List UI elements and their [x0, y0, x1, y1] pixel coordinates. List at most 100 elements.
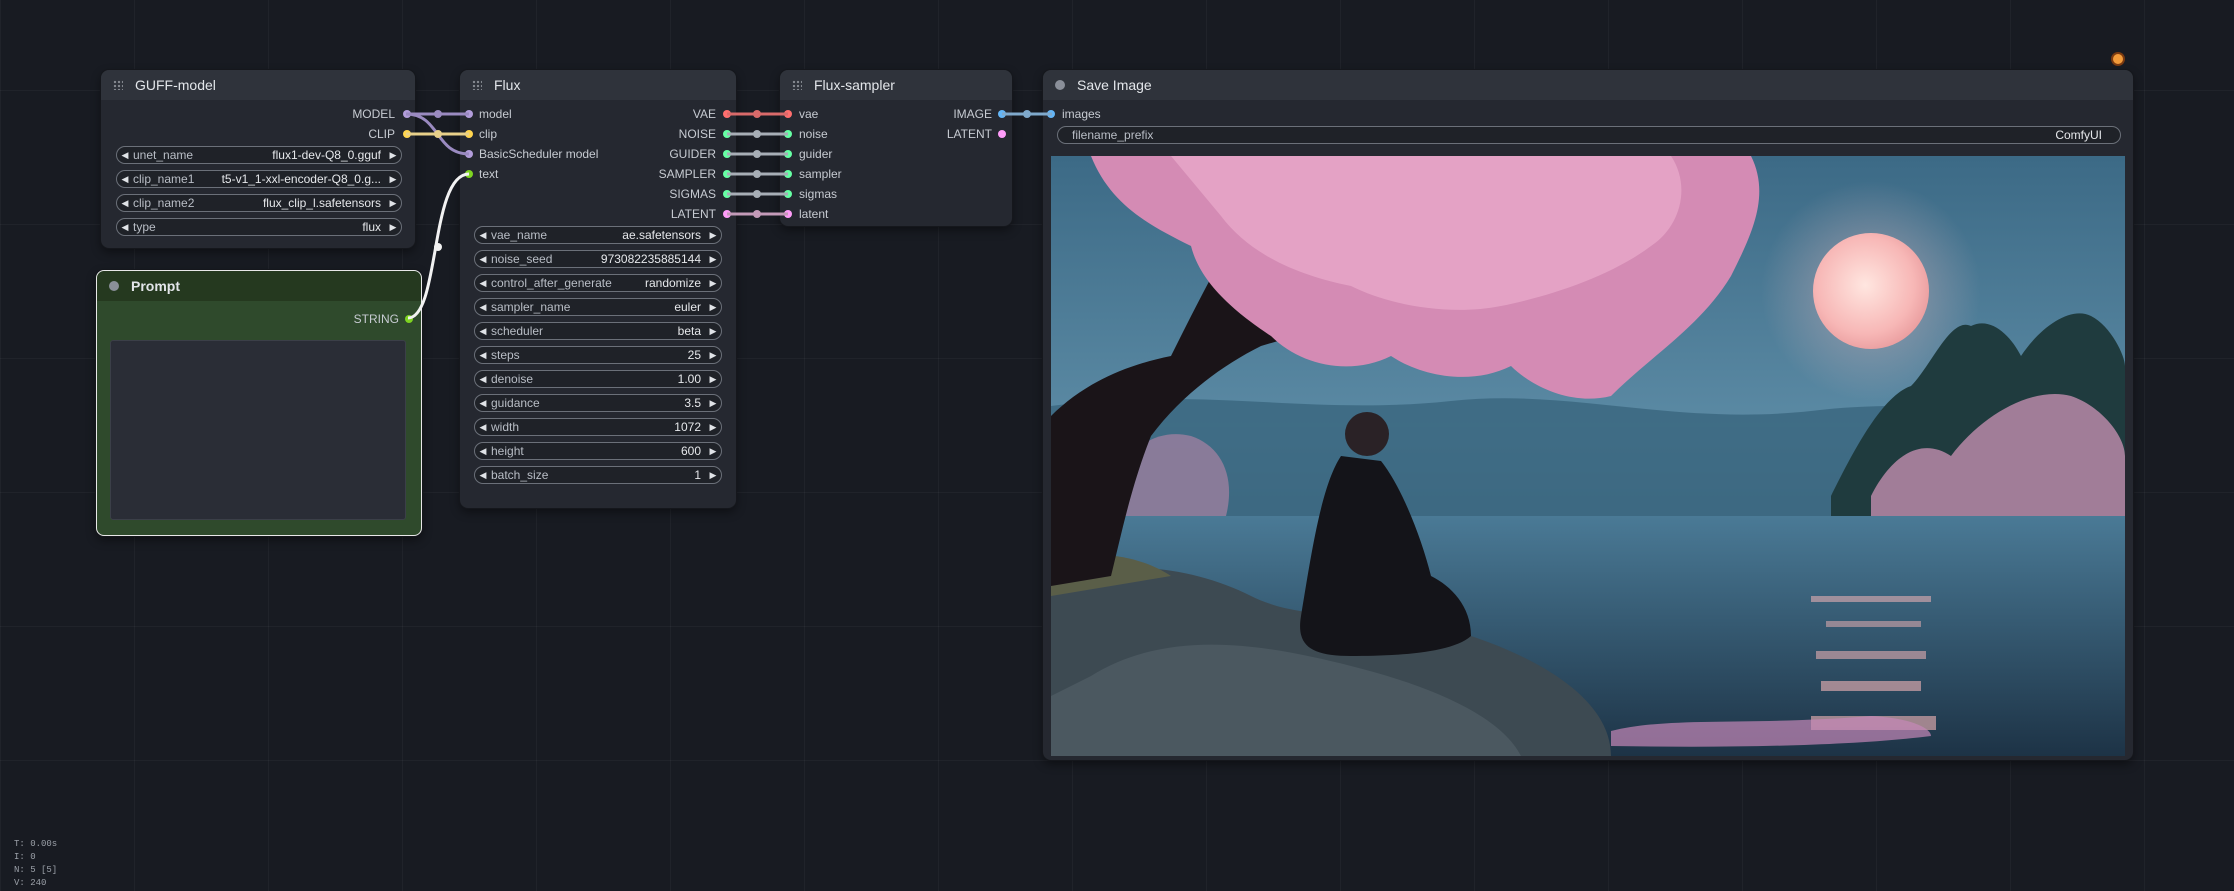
- increment-arrow-icon[interactable]: ▶: [705, 398, 721, 409]
- output-clip-pin[interactable]: [403, 130, 411, 138]
- collapse-dot-icon[interactable]: [1055, 80, 1065, 90]
- input-latent-label: latent: [799, 207, 829, 221]
- widget-unet-name[interactable]: ◀ unet_name flux1-dev-Q8_0.gguf ▶: [116, 146, 402, 164]
- input-scheduler-model-pin[interactable]: [465, 150, 473, 158]
- output-image-pin[interactable]: [998, 110, 1006, 118]
- increment-arrow-icon[interactable]: ▶: [385, 198, 401, 209]
- collapse-dot-icon[interactable]: [109, 281, 119, 291]
- widget-steps[interactable]: ◀ steps 25 ▶: [474, 346, 722, 364]
- node-flux-sampler[interactable]: Flux-sampler vae noise guider sampler si…: [780, 70, 1012, 226]
- node-save-image[interactable]: Save Image images filename_prefix ComfyU…: [1043, 70, 2133, 760]
- output-latent-pin[interactable]: [723, 210, 731, 218]
- decrement-arrow-icon[interactable]: ◀: [117, 198, 133, 209]
- node-header[interactable]: Flux-sampler: [780, 70, 1012, 100]
- decrement-arrow-icon[interactable]: ◀: [475, 374, 491, 385]
- input-clip-pin[interactable]: [465, 130, 473, 138]
- input-noise-pin[interactable]: [784, 130, 792, 138]
- node-header[interactable]: Prompt: [97, 271, 421, 301]
- prompt-textarea[interactable]: [110, 340, 406, 520]
- drag-grip-icon[interactable]: [472, 80, 482, 90]
- decrement-arrow-icon[interactable]: ◀: [475, 470, 491, 481]
- input-vae-label: vae: [799, 107, 819, 121]
- output-sampler-pin[interactable]: [723, 170, 731, 178]
- output-latent-pin[interactable]: [998, 130, 1006, 138]
- decrement-arrow-icon[interactable]: ◀: [117, 222, 133, 233]
- drag-grip-icon[interactable]: [113, 80, 123, 90]
- increment-arrow-icon[interactable]: ▶: [705, 230, 721, 241]
- widget-noise-seed[interactable]: ◀ noise_seed 973082235885144 ▶: [474, 250, 722, 268]
- input-guider-pin[interactable]: [784, 150, 792, 158]
- widget-clip-name2[interactable]: ◀ clip_name2 flux_clip_l.safetensors ▶: [116, 194, 402, 212]
- decrement-arrow-icon[interactable]: ◀: [475, 302, 491, 313]
- input-images-pin[interactable]: [1047, 110, 1055, 118]
- increment-arrow-icon[interactable]: ▶: [705, 422, 721, 433]
- decrement-arrow-icon[interactable]: ◀: [475, 350, 491, 361]
- output-model-pin[interactable]: [403, 110, 411, 118]
- widget-width[interactable]: ◀ width 1072 ▶: [474, 418, 722, 436]
- input-sampler-pin[interactable]: [784, 170, 792, 178]
- widget-value: euler: [674, 300, 701, 314]
- widget-filename-prefix[interactable]: filename_prefix ComfyUI: [1057, 126, 2121, 144]
- decrement-arrow-icon[interactable]: ◀: [475, 254, 491, 265]
- widget-vae-name[interactable]: ◀ vae_name ae.safetensors ▶: [474, 226, 722, 244]
- decrement-arrow-icon[interactable]: ◀: [475, 422, 491, 433]
- increment-arrow-icon[interactable]: ▶: [385, 150, 401, 161]
- output-vae-label: VAE: [692, 107, 716, 121]
- input-images-label: images: [1062, 107, 1101, 121]
- increment-arrow-icon[interactable]: ▶: [705, 278, 721, 289]
- widget-scheduler[interactable]: ◀ scheduler beta ▶: [474, 322, 722, 340]
- widget-control-after-generate[interactable]: ◀ control_after_generate randomize ▶: [474, 274, 722, 292]
- node-flux[interactable]: Flux model clip BasicScheduler model tex…: [460, 70, 736, 508]
- output-sigmas-pin[interactable]: [723, 190, 731, 198]
- decrement-arrow-icon[interactable]: ◀: [475, 278, 491, 289]
- input-vae-pin[interactable]: [784, 110, 792, 118]
- widget-denoise[interactable]: ◀ denoise 1.00 ▶: [474, 370, 722, 388]
- widget-batch-size[interactable]: ◀ batch_size 1 ▶: [474, 466, 722, 484]
- widget-label: scheduler: [491, 324, 544, 338]
- widget-value: t5-v1_1-xxl-encoder-Q8_0.g...: [221, 172, 381, 186]
- widget-label: clip_name2: [133, 196, 195, 210]
- drag-grip-icon[interactable]: [792, 80, 802, 90]
- increment-arrow-icon[interactable]: ▶: [705, 326, 721, 337]
- widget-sampler-name[interactable]: ◀ sampler_name euler ▶: [474, 298, 722, 316]
- input-text-label: text: [479, 167, 499, 181]
- node-header[interactable]: Save Image: [1043, 70, 2133, 100]
- widget-value: 3.5: [684, 396, 701, 410]
- increment-arrow-icon[interactable]: ▶: [705, 446, 721, 457]
- increment-arrow-icon[interactable]: ▶: [705, 350, 721, 361]
- increment-arrow-icon[interactable]: ▶: [705, 302, 721, 313]
- widget-height[interactable]: ◀ height 600 ▶: [474, 442, 722, 460]
- increment-arrow-icon[interactable]: ▶: [385, 222, 401, 233]
- widget-value: beta: [677, 324, 701, 338]
- decrement-arrow-icon[interactable]: ◀: [475, 326, 491, 337]
- output-guider-pin[interactable]: [723, 150, 731, 158]
- decrement-arrow-icon[interactable]: ◀: [475, 230, 491, 241]
- widget-guidance[interactable]: ◀ guidance 3.5 ▶: [474, 394, 722, 412]
- decrement-arrow-icon[interactable]: ◀: [475, 398, 491, 409]
- decrement-arrow-icon[interactable]: ◀: [117, 150, 133, 161]
- widget-type[interactable]: ◀ type flux ▶: [116, 218, 402, 236]
- input-sigmas-pin[interactable]: [784, 190, 792, 198]
- decrement-arrow-icon[interactable]: ◀: [475, 446, 491, 457]
- node-prompt[interactable]: Prompt STRING: [96, 270, 422, 536]
- output-vae-pin[interactable]: [723, 110, 731, 118]
- image-preview[interactable]: [1051, 156, 2125, 756]
- increment-arrow-icon[interactable]: ▶: [705, 470, 721, 481]
- output-noise-pin[interactable]: [723, 130, 731, 138]
- widget-label: control_after_generate: [491, 276, 612, 290]
- output-string-pin[interactable]: [405, 315, 413, 323]
- input-latent-pin[interactable]: [784, 210, 792, 218]
- output-noise-label: NOISE: [678, 127, 716, 141]
- input-model-pin[interactable]: [465, 110, 473, 118]
- widget-value: ae.safetensors: [622, 228, 701, 242]
- input-text-pin[interactable]: [465, 170, 473, 178]
- increment-arrow-icon[interactable]: ▶: [705, 254, 721, 265]
- node-guff-model[interactable]: GUFF-model MODEL CLIP ◀ unet_name flux1-…: [101, 70, 415, 248]
- decrement-arrow-icon[interactable]: ◀: [117, 174, 133, 185]
- notification-badge-icon[interactable]: [2113, 54, 2123, 64]
- node-header[interactable]: Flux: [460, 70, 736, 100]
- widget-clip-name1[interactable]: ◀ clip_name1 t5-v1_1-xxl-encoder-Q8_0.g.…: [116, 170, 402, 188]
- increment-arrow-icon[interactable]: ▶: [385, 174, 401, 185]
- increment-arrow-icon[interactable]: ▶: [705, 374, 721, 385]
- node-header[interactable]: GUFF-model: [101, 70, 415, 100]
